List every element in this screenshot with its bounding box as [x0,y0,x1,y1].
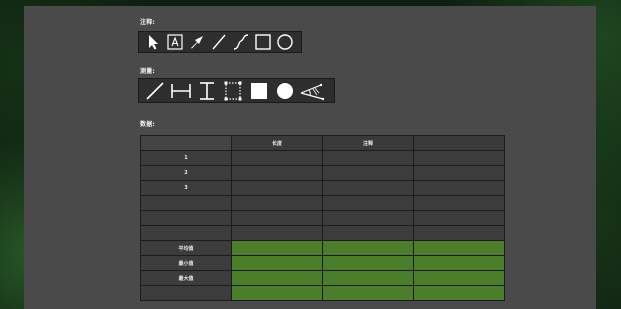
measure-toolbar [138,78,335,103]
vertical-measure-icon [200,81,214,100]
table-cell[interactable] [413,225,505,241]
stat-cell [413,285,505,301]
circle-tool[interactable] [275,33,295,51]
row-label: 平均值 [140,240,232,256]
table-cell[interactable] [413,180,505,196]
table-header-comment: 注释 [322,135,414,151]
stat-cell [231,270,323,286]
filled-circle-icon [277,82,293,99]
text-box-tool[interactable] [165,33,185,51]
filled-square-icon [251,82,267,99]
stat-cell [322,270,414,286]
table-cell[interactable] [413,210,505,226]
arrow-icon [191,36,203,49]
table-cell[interactable] [322,195,414,211]
arrow-tool[interactable] [187,33,207,51]
table-cell[interactable] [231,180,323,196]
table-row: 1 [140,150,505,166]
table-cell[interactable] [231,150,323,166]
annotation-toolbar [138,31,302,53]
row-label [140,195,232,211]
curve-tool[interactable] [231,33,251,51]
stat-row-max: 最大值 [140,270,505,286]
measure-line-tool[interactable] [143,81,167,101]
stat-cell [322,285,414,301]
stat-cell [322,255,414,271]
stat-cell [231,240,323,256]
row-label [140,210,232,226]
data-section-label: 数据: [140,121,155,128]
stat-cell [413,240,505,256]
table-header-corner [140,135,232,151]
table-row: 2 [140,165,505,181]
stat-row-extra [140,285,505,301]
row-label: 最大值 [140,270,232,286]
measure-section-label: 测量: [140,68,155,75]
stat-cell [231,285,323,301]
table-row [140,210,505,226]
filled-circle-tool[interactable] [273,81,297,101]
table-cell[interactable] [413,150,505,166]
measurement-table: 长度 注释 1 2 3 平均值 最小值 最大值 [140,135,505,301]
vertical-measure-tool[interactable] [195,81,219,101]
line-tool[interactable] [209,33,229,51]
annotation-section-label: 注释: [140,19,155,26]
line-icon [212,34,226,50]
row-label: 2 [140,165,232,181]
rectangle-tool[interactable] [253,33,273,51]
table-cell[interactable] [322,225,414,241]
stat-row-min: 最小值 [140,255,505,271]
table-cell[interactable] [413,195,505,211]
table-cell[interactable] [231,195,323,211]
table-cell[interactable] [322,180,414,196]
filled-square-tool[interactable] [247,81,271,101]
horizontal-measure-icon [171,83,191,98]
rectangle-icon [255,34,271,50]
row-label [140,285,232,301]
row-label: 最小值 [140,255,232,271]
table-cell[interactable] [231,165,323,181]
table-row [140,225,505,241]
table-row [140,195,505,211]
table-cell[interactable] [322,210,414,226]
curve-icon [233,34,249,50]
measure-line-icon [146,81,164,100]
table-row: 3 [140,180,505,196]
table-cell[interactable] [231,210,323,226]
row-label [140,225,232,241]
measurement-panel: 注释: 测量: 数据: 长度 注释 1 2 3 平均值 最小值 最大值 [24,6,596,309]
rectangle-select-tool[interactable] [221,81,245,101]
text-box-icon [167,34,183,50]
stat-cell [413,255,505,271]
table-header-length: 长度 [231,135,323,151]
table-cell[interactable] [413,165,505,181]
table-header-row: 长度 注释 [140,135,505,151]
stat-cell [322,240,414,256]
table-cell[interactable] [231,225,323,241]
stat-cell [413,270,505,286]
horizontal-measure-tool[interactable] [169,81,193,101]
table-cell[interactable] [322,150,414,166]
stat-cell [231,255,323,271]
table-header-extra [413,135,505,151]
angle-measure-icon [300,83,325,100]
select-arrow-icon [149,35,158,50]
row-label: 3 [140,180,232,196]
select-arrow-tool[interactable] [143,33,163,51]
table-cell[interactable] [322,165,414,181]
stat-row-average: 平均值 [140,240,505,256]
angle-measure-tool[interactable] [299,81,325,101]
circle-icon [277,34,293,50]
row-label: 1 [140,150,232,166]
rectangle-select-icon [224,81,242,100]
